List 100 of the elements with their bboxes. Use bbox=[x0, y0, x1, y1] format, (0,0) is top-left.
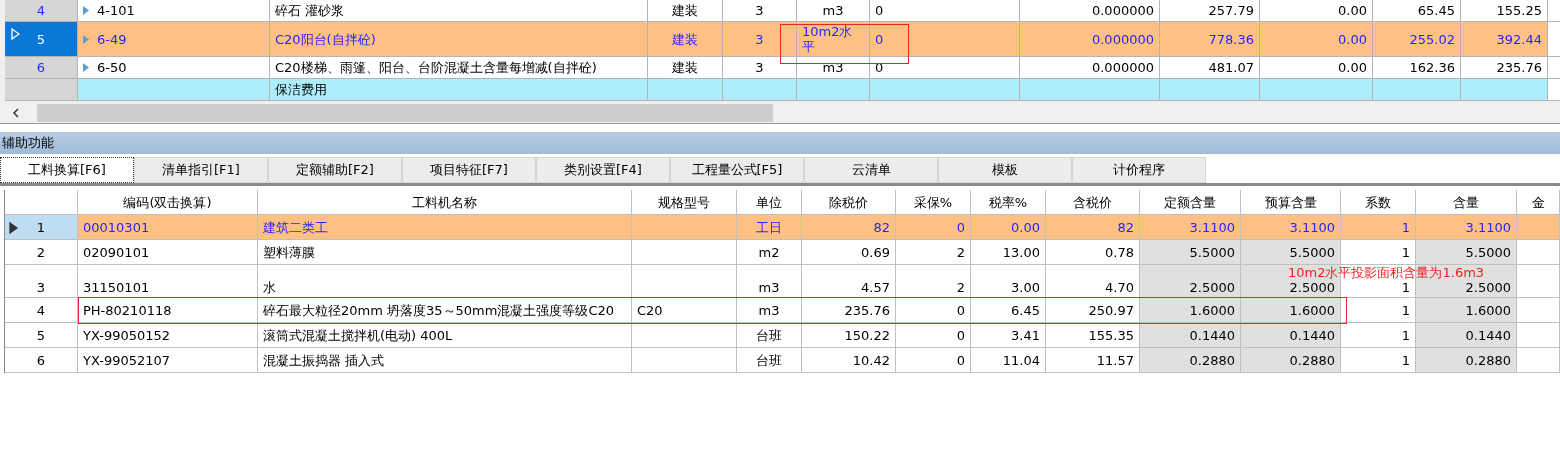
table-cell: 0.00 bbox=[971, 215, 1046, 240]
table-cell bbox=[1517, 323, 1560, 348]
panel-title: 辅助功能 bbox=[0, 132, 1560, 154]
tab[interactable]: 定额辅助[F2] bbox=[268, 157, 402, 183]
table-cell: 5.5000 bbox=[1416, 240, 1517, 265]
row-header: 5 bbox=[5, 323, 78, 348]
column-header[interactable]: 含量 bbox=[1416, 190, 1517, 215]
table-cell: YX-99052107 bbox=[78, 348, 258, 373]
table-cell: 0 bbox=[896, 298, 971, 323]
table-cell: 5.5000 bbox=[1241, 240, 1341, 265]
row-header: 4 bbox=[5, 0, 78, 22]
column-header[interactable]: 金 bbox=[1517, 190, 1560, 215]
tab[interactable]: 工料换算[F6] bbox=[0, 157, 134, 183]
row-pointer-icon bbox=[9, 222, 18, 234]
column-header[interactable]: 采保% bbox=[896, 190, 971, 215]
column-header[interactable]: 系数 bbox=[1341, 190, 1416, 215]
table-cell: YX-99050152 bbox=[78, 323, 258, 348]
cell-text: 4-101 bbox=[97, 3, 135, 18]
table-cell: 1 bbox=[1341, 240, 1416, 265]
column-header[interactable]: 预算含量 bbox=[1241, 190, 1341, 215]
table-cell: 82 bbox=[802, 215, 896, 240]
table-cell: 82 bbox=[1046, 215, 1140, 240]
table-cell: 250.97 bbox=[1046, 298, 1140, 323]
row-header: 4 bbox=[5, 298, 78, 323]
table-cell bbox=[1548, 22, 1560, 57]
row-header: 2 bbox=[5, 240, 78, 265]
table-cell: 5.5000 bbox=[1140, 240, 1241, 265]
table-cell: 1 bbox=[1341, 215, 1416, 240]
tab[interactable]: 模板 bbox=[938, 157, 1072, 183]
table-cell: 10.42 bbox=[802, 348, 896, 373]
table-cell bbox=[1517, 298, 1560, 323]
table-cell: 1.6000 bbox=[1140, 298, 1241, 323]
table-cell: 0.1440 bbox=[1140, 323, 1241, 348]
table-cell: 2.5000 bbox=[1140, 265, 1241, 298]
table-cell: 台班 bbox=[737, 348, 802, 373]
table-cell: 150.22 bbox=[802, 323, 896, 348]
table-cell bbox=[1517, 215, 1560, 240]
table-cell: 0.69 bbox=[802, 240, 896, 265]
table-cell: 3.1100 bbox=[1241, 215, 1341, 240]
column-header[interactable]: 单位 bbox=[737, 190, 802, 215]
expand-icon[interactable] bbox=[83, 6, 89, 15]
table-cell: 11.04 bbox=[971, 348, 1046, 373]
row-header: 3 bbox=[5, 265, 78, 298]
tab[interactable]: 工程量公式[F5] bbox=[670, 157, 804, 183]
table-cell: 2 bbox=[896, 240, 971, 265]
tab[interactable]: 云清单 bbox=[804, 157, 938, 183]
table-cell: 0.2880 bbox=[1140, 348, 1241, 373]
column-header[interactable]: 定额含量 bbox=[1140, 190, 1241, 215]
table-cell: 3.1100 bbox=[1416, 215, 1517, 240]
column-header[interactable]: 含税价 bbox=[1046, 190, 1140, 215]
cell-text: 5 bbox=[36, 31, 46, 47]
table-cell: 塑料薄膜 bbox=[258, 240, 632, 265]
table-cell: 11.57 bbox=[1046, 348, 1140, 373]
column-header[interactable] bbox=[5, 190, 78, 215]
tab[interactable]: 清单指引[F1] bbox=[134, 157, 268, 183]
table-cell: 6.45 bbox=[971, 298, 1046, 323]
tab[interactable]: 项目特征[F7] bbox=[402, 157, 536, 183]
table-cell: 工日 bbox=[737, 215, 802, 240]
table-cell: 混凝土振捣器 插入式 bbox=[258, 348, 632, 373]
table-cell bbox=[1517, 348, 1560, 373]
cell-text: 6-50 bbox=[97, 60, 127, 75]
table-cell: 0.2880 bbox=[1241, 348, 1341, 373]
table-cell: 02090101 bbox=[78, 240, 258, 265]
column-header[interactable]: 编码(双击换算) bbox=[78, 190, 258, 215]
table-cell: 0.2880 bbox=[1416, 348, 1517, 373]
column-header[interactable]: 税率% bbox=[971, 190, 1046, 215]
row-header: 6 bbox=[5, 348, 78, 373]
row-pointer-icon bbox=[11, 28, 20, 40]
expand-icon[interactable] bbox=[83, 63, 89, 72]
table-cell: 3.1100 bbox=[1140, 215, 1241, 240]
table-cell: 1 bbox=[1341, 348, 1416, 373]
table-cell: 0 bbox=[896, 323, 971, 348]
column-header[interactable]: 规格型号 bbox=[632, 190, 737, 215]
table-cell: 0.78 bbox=[1046, 240, 1140, 265]
table-cell: C20 bbox=[632, 298, 737, 323]
table-cell: 00010301 bbox=[78, 215, 258, 240]
table-cell: m3 bbox=[737, 298, 802, 323]
table-cell: 0.1440 bbox=[1416, 323, 1517, 348]
tab[interactable]: 计价程序 bbox=[1072, 157, 1206, 183]
column-header[interactable]: 工料机名称 bbox=[258, 190, 632, 215]
table-cell: 1 bbox=[1341, 323, 1416, 348]
column-header[interactable]: 除税价 bbox=[802, 190, 896, 215]
scrollbar-thumb[interactable] bbox=[37, 104, 773, 122]
cell-text: 6-49 bbox=[97, 31, 127, 47]
scroll-left-icon[interactable] bbox=[11, 108, 21, 118]
table-cell: 1.6000 bbox=[1416, 298, 1517, 323]
expand-icon[interactable] bbox=[83, 34, 89, 44]
table-cell: 1.6000 bbox=[1241, 298, 1341, 323]
table-cell: 0 bbox=[896, 215, 971, 240]
table-cell: 3.41 bbox=[971, 323, 1046, 348]
table-cell: 155.35 bbox=[1046, 323, 1140, 348]
row-header: 6 bbox=[5, 57, 78, 79]
table-cell: 235.76 bbox=[802, 298, 896, 323]
cell-text: 1 bbox=[36, 219, 46, 235]
tab[interactable]: 类别设置[F4] bbox=[536, 157, 670, 183]
table-cell: 0 bbox=[896, 348, 971, 373]
table-cell: 0.1440 bbox=[1241, 323, 1341, 348]
table-cell: 保洁费用 bbox=[270, 79, 648, 101]
table-cell: 碎石最大粒径20mm 坍落度35～50mm混凝土强度等级C20 bbox=[258, 298, 632, 323]
table-cell bbox=[1517, 240, 1560, 265]
